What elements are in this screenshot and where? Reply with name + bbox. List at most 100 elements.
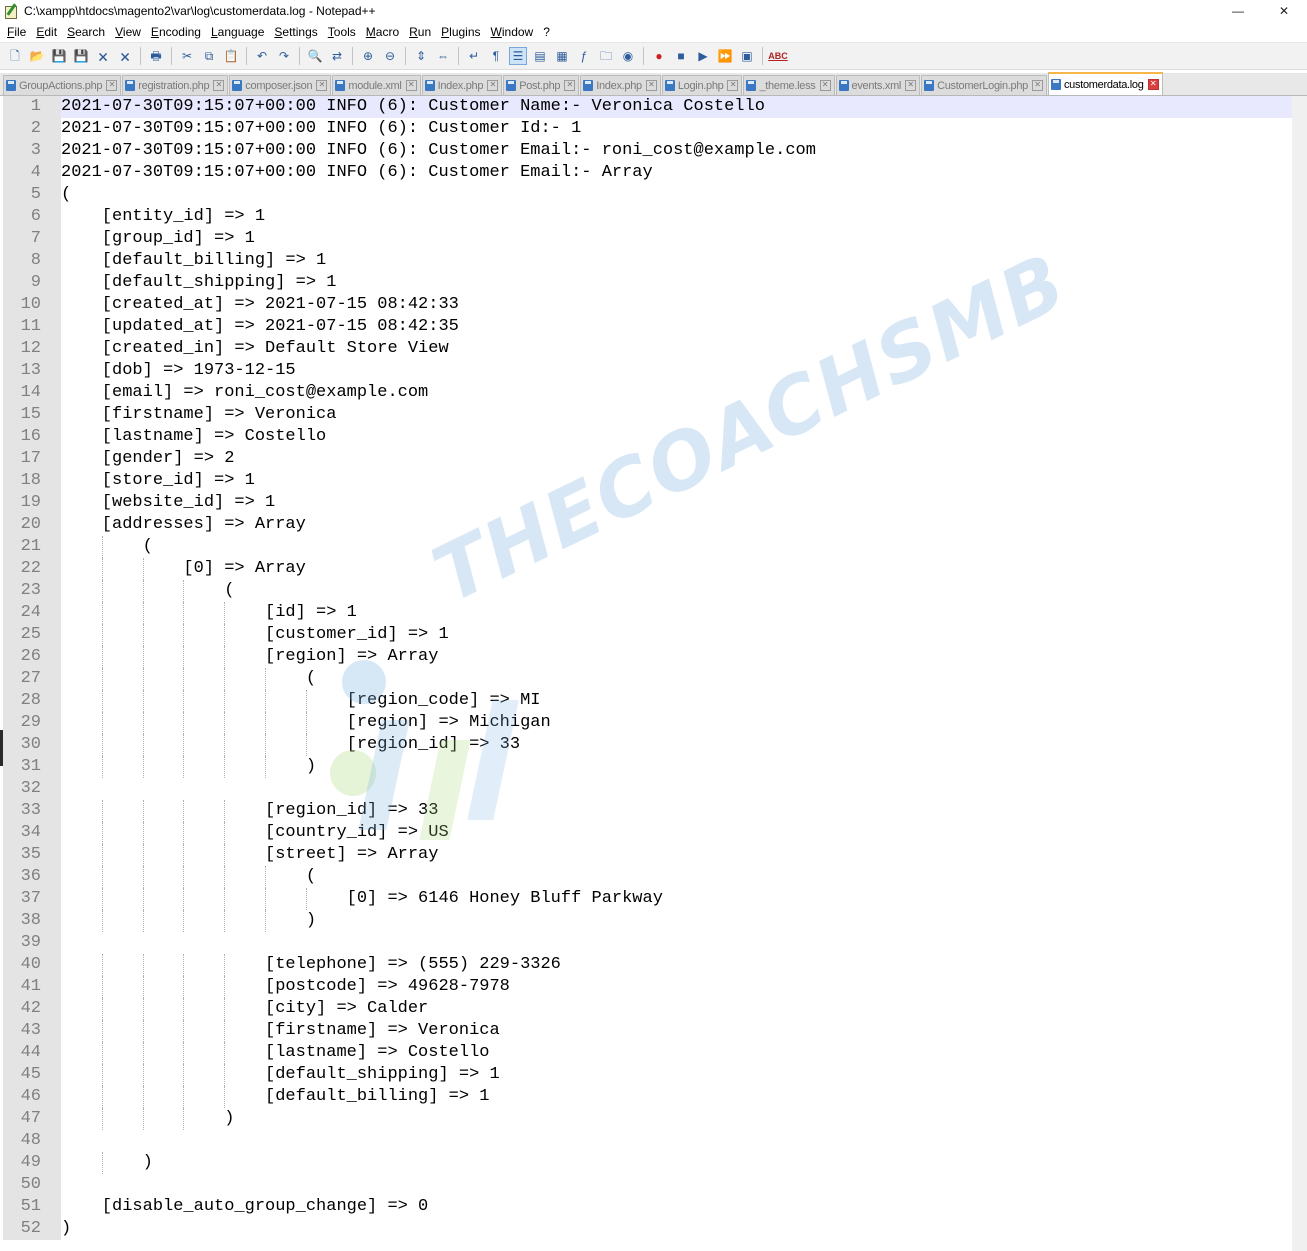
zoom-out-icon[interactable]: ⊖ (381, 47, 399, 65)
save-icon[interactable]: 💾 (50, 47, 68, 65)
menu-help[interactable]: ? (538, 25, 555, 39)
close-tab-icon[interactable]: ✕ (819, 80, 831, 91)
code-line[interactable]: 6 [entity_id] => 1 (0, 206, 1292, 228)
new-file-icon[interactable]: 🗋 (6, 47, 24, 65)
redo-icon[interactable]: ↷ (275, 47, 293, 65)
save-all-icon[interactable]: 💾 (72, 47, 90, 65)
sync-vertical-icon[interactable]: ⇕ (412, 47, 430, 65)
tab-events-xml[interactable]: events.xml ✕ (835, 75, 921, 95)
replace-icon[interactable]: ⇄ (328, 47, 346, 65)
code-line[interactable]: 32 (0, 778, 1292, 800)
paste-icon[interactable]: 📋 (222, 47, 240, 65)
find-icon[interactable]: 🔍 (306, 47, 324, 65)
code-line[interactable]: 10 [created_at] => 2021-07-15 08:42:33 (0, 294, 1292, 316)
tab-index-php[interactable]: Index.php ✕ (580, 75, 661, 95)
code-line[interactable]: 45 [default_shipping] => 1 (0, 1064, 1292, 1086)
code-line[interactable]: 23 ( (0, 580, 1292, 602)
tab-login-php[interactable]: Login.php ✕ (661, 75, 743, 95)
code-line[interactable]: 51 [disable_auto_group_change] => 0 (0, 1196, 1292, 1218)
code-line[interactable]: 31 ) (0, 756, 1292, 778)
code-line[interactable]: 36 ( (0, 866, 1292, 888)
menu-tools[interactable]: Tools (323, 25, 361, 39)
code-line[interactable]: 35 [street] => Array (0, 844, 1292, 866)
code-line[interactable]: 14 [email] => roni_cost@example.com (0, 382, 1292, 404)
close-all-icon[interactable]: 🗙 (116, 47, 134, 65)
close-tab-icon[interactable]: ✕ (213, 80, 225, 91)
menu-edit[interactable]: Edit (31, 25, 62, 39)
tab-customerdata-log[interactable]: customerdata.log ✕ (1047, 72, 1163, 95)
code-line[interactable]: 41 [postcode] => 49628-7978 (0, 976, 1292, 998)
code-line[interactable]: 27 ( (0, 668, 1292, 690)
close-tab-icon[interactable]: ✕ (1147, 79, 1159, 90)
code-line[interactable]: 29 [region] => Michigan (0, 712, 1292, 734)
tab-groupactions-php[interactable]: GroupActions.php ✕ (3, 75, 122, 95)
menu-view[interactable]: View (110, 25, 146, 39)
copy-icon[interactable]: ⧉ (200, 47, 218, 65)
menu-file[interactable]: File (2, 25, 31, 39)
menu-settings[interactable]: Settings (269, 25, 322, 39)
code-line[interactable]: 3 2021-07-30T09:15:07+00:00 INFO (6): Cus… (0, 140, 1292, 162)
stop-record-icon[interactable]: ■ (672, 47, 690, 65)
menu-language[interactable]: Language (206, 25, 269, 39)
code-line[interactable]: 19 [website_id] => 1 (0, 492, 1292, 514)
cut-icon[interactable]: ✂ (178, 47, 196, 65)
code-line[interactable]: 11 [updated_at] => 2021-07-15 08:42:35 (0, 316, 1292, 338)
close-window-button[interactable]: ✕ (1261, 0, 1307, 22)
code-line[interactable]: 43 [firstname] => Veronica (0, 1020, 1292, 1042)
folder-workspace-icon[interactable]: 🗀 (597, 47, 615, 65)
sync-horizontal-icon[interactable]: ⇔ (434, 47, 452, 65)
menu-macro[interactable]: Macro (361, 25, 404, 39)
close-tab-icon[interactable]: ✕ (106, 80, 118, 91)
code-line[interactable]: 30 [region_id] => 33 (0, 734, 1292, 756)
undo-icon[interactable]: ↶ (253, 47, 271, 65)
udl-icon[interactable]: ▤ (531, 47, 549, 65)
code-line[interactable]: 33 [region_id] => 33 (0, 800, 1292, 822)
code-line[interactable]: 48 (0, 1130, 1292, 1152)
code-line[interactable]: 13 [dob] => 1973-12-15 (0, 360, 1292, 382)
code-line[interactable]: 28 [region_code] => MI (0, 690, 1292, 712)
record-macro-icon[interactable]: ● (650, 47, 668, 65)
function-list-icon[interactable]: ƒ (575, 47, 593, 65)
code-line[interactable]: 9 [default_shipping] => 1 (0, 272, 1292, 294)
code-line[interactable]: 24 [id] => 1 (0, 602, 1292, 624)
monitoring-icon[interactable]: ◉ (619, 47, 637, 65)
code-line[interactable]: 7 [group_id] => 1 (0, 228, 1292, 250)
code-line[interactable]: 37 [0] => 6146 Honey Bluff Parkway (0, 888, 1292, 910)
tab-composer-json[interactable]: composer.json ✕ (229, 75, 332, 95)
code-line[interactable]: 5( (0, 184, 1292, 206)
close-tab-icon[interactable]: ✕ (905, 80, 917, 91)
tab-post-php[interactable]: Post.php ✕ (503, 75, 580, 95)
open-file-icon[interactable]: 📂 (28, 47, 46, 65)
code-line[interactable]: 38 ) (0, 910, 1292, 932)
code-line[interactable]: 34 [country_id] => US (0, 822, 1292, 844)
code-line[interactable]: 39 (0, 932, 1292, 954)
doc-map-icon[interactable]: ▦ (553, 47, 571, 65)
code-line[interactable]: 47 ) (0, 1108, 1292, 1130)
code-line[interactable]: 52) (0, 1218, 1292, 1240)
code-line[interactable]: 4 2021-07-30T09:15:07+00:00 INFO (6): Cus… (0, 162, 1292, 184)
close-tab-icon[interactable]: ✕ (645, 80, 657, 91)
menu-encoding[interactable]: Encoding (146, 25, 206, 39)
indent-guide-icon[interactable]: ☰ (509, 47, 527, 65)
menu-run[interactable]: Run (404, 25, 436, 39)
run-macro-multiple-icon[interactable]: ⏩ (716, 47, 734, 65)
menu-search[interactable]: Search (62, 25, 110, 39)
code-line[interactable]: 44 [lastname] => Costello (0, 1042, 1292, 1064)
code-line[interactable]: 22 [0] => Array (0, 558, 1292, 580)
close-tab-icon[interactable]: ✕ (727, 80, 739, 91)
code-line[interactable]: 25 [customer_id] => 1 (0, 624, 1292, 646)
print-icon[interactable]: 🖶 (147, 47, 165, 65)
code-line[interactable]: 15 [firstname] => Veronica (0, 404, 1292, 426)
code-line[interactable]: 40 [telephone] => (555) 229-3326 (0, 954, 1292, 976)
tab-theme-less[interactable]: _theme.less ✕ (743, 75, 835, 95)
zoom-in-icon[interactable]: ⊕ (359, 47, 377, 65)
spellcheck-icon[interactable]: ABC (768, 47, 788, 65)
show-all-chars-icon[interactable]: ¶ (487, 47, 505, 65)
code-line[interactable]: 12 [created_in] => Default Store View (0, 338, 1292, 360)
code-line[interactable]: 50 (0, 1174, 1292, 1196)
close-tab-icon[interactable]: ✕ (405, 80, 417, 91)
close-tab-icon[interactable]: ✕ (564, 80, 576, 91)
code-line[interactable]: 18 [store_id] => 1 (0, 470, 1292, 492)
code-line[interactable]: 16 [lastname] => Costello (0, 426, 1292, 448)
tab-customerlogin-php[interactable]: CustomerLogin.php ✕ (921, 75, 1047, 95)
